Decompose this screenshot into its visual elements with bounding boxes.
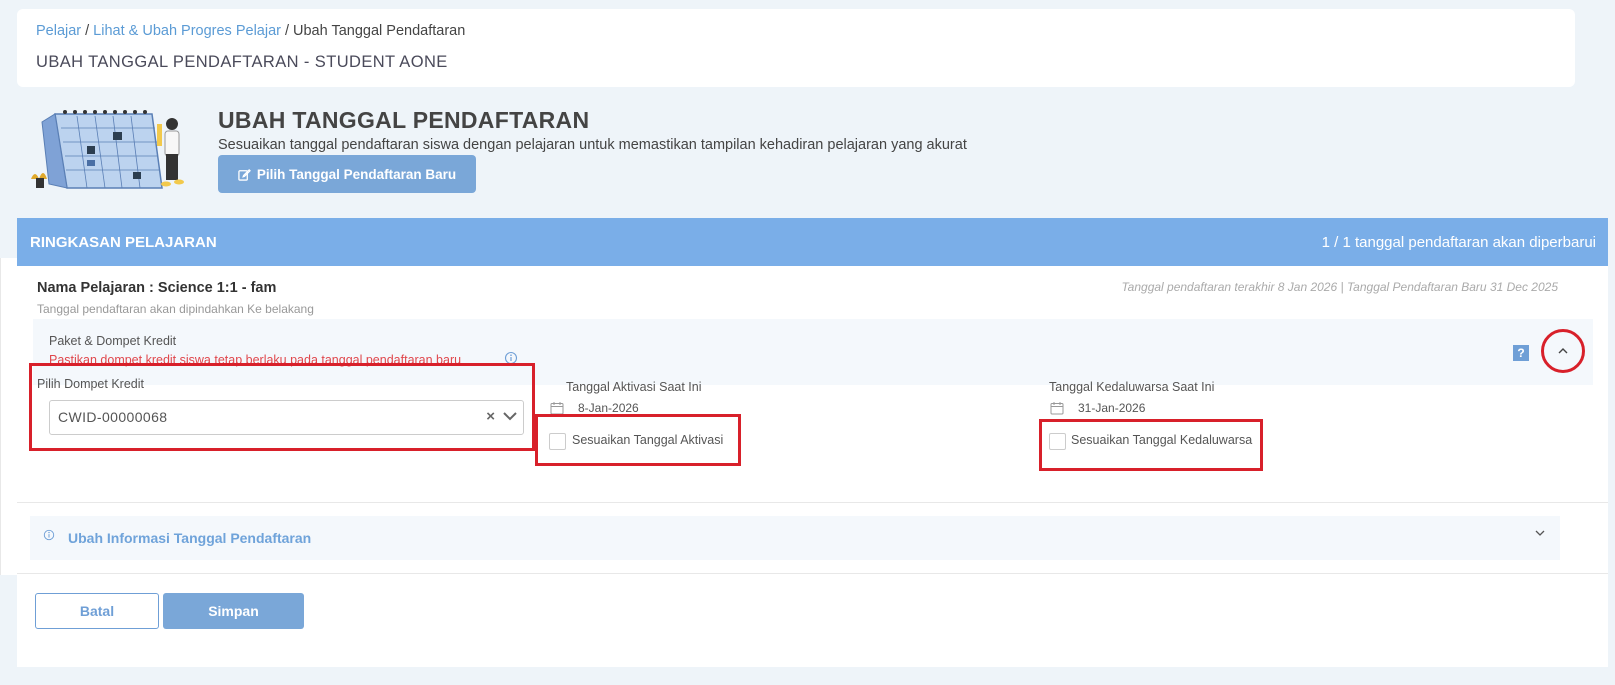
- activation-date: 8-Jan-2026: [578, 401, 639, 415]
- summary-update-count: 1 / 1 tanggal pendaftaran akan diperbaru…: [1321, 234, 1596, 251]
- choose-new-enrollment-date-label: Pilih Tanggal Pendaftaran Baru: [256, 166, 457, 182]
- choose-new-enrollment-date-button[interactable]: Pilih Tanggal Pendaftaran Baru: [218, 155, 476, 193]
- breadcrumb-link-pelajar[interactable]: Pelajar: [36, 23, 81, 39]
- adjust-expiry-checkbox[interactable]: [1049, 433, 1066, 450]
- chevron-down-icon[interactable]: [503, 411, 517, 421]
- activation-label: Tanggal Aktivasi Saat Ini: [566, 380, 702, 394]
- breadcrumb-separator: /: [85, 23, 90, 39]
- page-title: UBAH TANGGAL PENDAFTARAN - STUDENT AONE: [36, 53, 448, 71]
- package-title: Paket & Dompet Kredit: [49, 334, 177, 348]
- calendar-icon: [550, 402, 564, 415]
- chevron-up-icon: [1558, 348, 1568, 354]
- hero-section: UBAH TANGGAL PENDAFTARAN Sesuaikan tangg…: [17, 100, 1597, 210]
- edit-icon: [238, 168, 251, 181]
- breadcrumb-link-progress[interactable]: Lihat & Ubah Progres Pelajar: [93, 23, 281, 39]
- chevron-down-icon: [1535, 530, 1545, 536]
- collapse-package-button[interactable]: [1541, 329, 1585, 373]
- breadcrumb-current: Ubah Tanggal Pendaftaran: [293, 23, 466, 39]
- summary-title: RINGKASAN PELAJARAN: [30, 234, 217, 251]
- breadcrumb-separator: /: [284, 23, 290, 39]
- adjust-activation-label[interactable]: Sesuaikan Tanggal Aktivasi: [572, 433, 723, 447]
- lesson-enrollment-dates: Tanggal pendaftaran terakhir 8 Jan 2026 …: [1121, 280, 1558, 294]
- hero-subtitle: Sesuaikan tanggal pendaftaran siswa deng…: [218, 137, 967, 153]
- credit-wallet-select[interactable]: CWID-00000068 ×: [49, 400, 524, 435]
- breadcrumb: Pelajar / Lihat & Ubah Progres Pelajar / Uba…: [36, 23, 465, 39]
- wallet-label: Pilih Dompet Kredit: [37, 377, 144, 391]
- help-icon[interactable]: ?: [1513, 345, 1529, 361]
- divider: [17, 502, 1608, 503]
- expiry-label: Tanggal Kedaluwarsa Saat Ini: [1049, 380, 1215, 394]
- summary-header: RINGKASAN PELAJARAN 1 / 1 tanggal pendaf…: [17, 218, 1608, 266]
- footer-divider: [17, 573, 1608, 574]
- credit-wallet-value: CWID-00000068: [58, 409, 168, 425]
- lesson-note: Tanggal pendaftaran akan dipindahkan Ke …: [37, 302, 314, 316]
- adjust-activation-checkbox[interactable]: [549, 433, 566, 450]
- left-border: [0, 258, 18, 575]
- save-button[interactable]: Simpan: [163, 593, 304, 629]
- expiry-date: 31-Jan-2026: [1078, 401, 1146, 415]
- adjust-expiry-label[interactable]: Sesuaikan Tanggal Kedaluwarsa: [1071, 433, 1252, 447]
- change-enrollment-info-accordion[interactable]: Ubah Informasi Tanggal Pendaftaran: [30, 516, 1560, 560]
- cancel-button[interactable]: Batal: [35, 593, 159, 629]
- lesson-summary-card: RINGKASAN PELAJARAN 1 / 1 tanggal pendaf…: [17, 218, 1608, 667]
- calendar-illustration: [31, 110, 184, 189]
- change-enrollment-info-label: Ubah Informasi Tanggal Pendaftaran: [68, 530, 312, 546]
- calendar-icon: [1050, 402, 1064, 415]
- clear-icon[interactable]: ×: [486, 408, 495, 425]
- header-card: Pelajar / Lihat & Ubah Progres Pelajar / Uba…: [17, 9, 1575, 87]
- lesson-name: Nama Pelajaran : Science 1:1 - fam: [37, 280, 277, 296]
- hero-title: UBAH TANGGAL PENDAFTARAN: [218, 107, 590, 133]
- info-icon: [43, 529, 55, 541]
